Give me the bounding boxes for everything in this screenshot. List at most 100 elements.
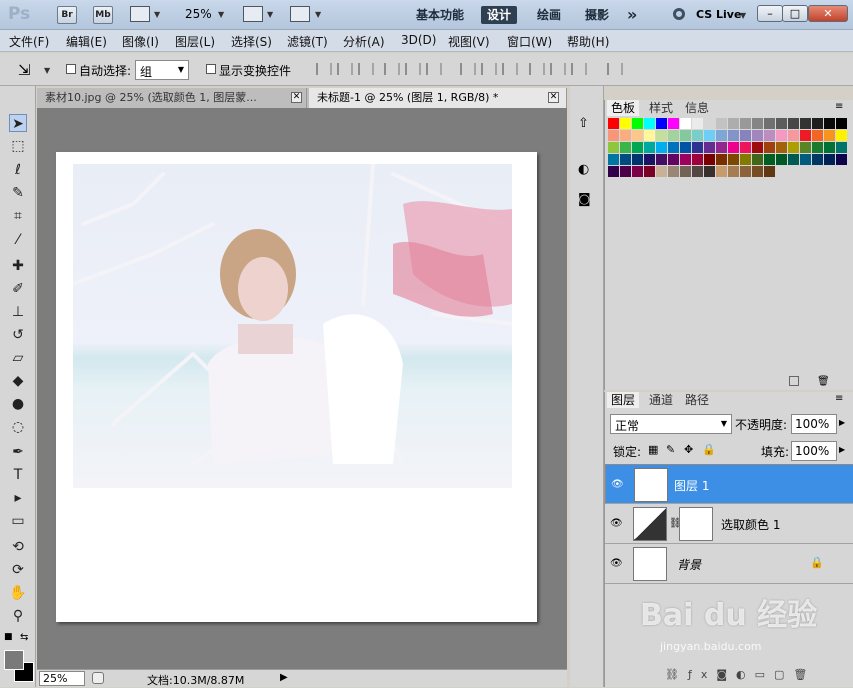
lasso-tool-icon[interactable]: ℓ	[9, 161, 27, 179]
chevron-right-icon[interactable]: ▶	[839, 418, 845, 427]
color-swatch[interactable]	[620, 130, 631, 141]
arrange-documents-icon[interactable]	[243, 6, 263, 22]
shape-tool-icon[interactable]: ▭	[9, 512, 27, 530]
color-swatch[interactable]	[704, 130, 715, 141]
restore-button[interactable]: □	[782, 5, 808, 22]
close-tab-icon[interactable]: ✕	[548, 92, 559, 103]
color-swatch[interactable]	[668, 142, 679, 153]
color-swatch[interactable]	[680, 166, 691, 177]
color-swatch[interactable]	[632, 142, 643, 153]
align-top-icon[interactable]	[316, 63, 332, 75]
mini-bridge-button[interactable]: Mb	[93, 6, 113, 24]
color-swatch[interactable]	[608, 118, 619, 129]
bridge-button[interactable]: Br	[57, 6, 77, 24]
color-swatch[interactable]	[656, 118, 667, 129]
close-tab-icon[interactable]: ✕	[291, 92, 302, 103]
color-swatch[interactable]	[836, 118, 847, 129]
color-swatch[interactable]	[800, 130, 811, 141]
path-selection-tool-icon[interactable]: ▸	[9, 489, 27, 507]
auto-select-dropdown[interactable]: 组 ▼	[135, 60, 189, 80]
color-swatch[interactable]	[776, 118, 787, 129]
healing-brush-tool-icon[interactable]: ✚	[9, 257, 27, 275]
cs-live-icon[interactable]	[673, 8, 685, 20]
color-swatch[interactable]	[668, 154, 679, 165]
color-swatch[interactable]	[716, 142, 727, 153]
eye-icon[interactable]: 👁	[610, 518, 624, 529]
menu-filter[interactable]: 滤镜(T)	[287, 33, 328, 50]
distribute-left-icon[interactable]	[529, 63, 545, 75]
workspace-basic[interactable]: 基本功能	[416, 6, 464, 24]
tab-channels[interactable]: 通道	[645, 392, 677, 408]
minimize-button[interactable]: –	[757, 5, 783, 22]
color-swatch[interactable]	[620, 118, 631, 129]
color-swatch[interactable]	[740, 118, 751, 129]
align-vcenter-icon[interactable]	[337, 63, 353, 75]
color-swatch[interactable]	[812, 118, 823, 129]
history-brush-tool-icon[interactable]: ↺	[9, 326, 27, 344]
color-swatch[interactable]	[656, 142, 667, 153]
color-swatch[interactable]	[824, 130, 835, 141]
new-swatch-icon[interactable]	[789, 376, 799, 386]
color-swatch[interactable]	[728, 130, 739, 141]
layer-actions-bar[interactable]: ⛓ƒx◙◐▭▢🗑	[665, 668, 845, 684]
color-swatch[interactable]	[620, 142, 631, 153]
color-swatch[interactable]	[728, 166, 739, 177]
menu-file[interactable]: 文件(F)	[9, 33, 49, 50]
color-swatch[interactable]	[656, 154, 667, 165]
paint-bucket-tool-icon[interactable]: ◆	[9, 372, 27, 390]
color-swatch[interactable]	[752, 118, 763, 129]
color-swatch[interactable]	[776, 154, 787, 165]
quick-select-tool-icon[interactable]: ✎	[9, 184, 27, 202]
marquee-tool-icon[interactable]: ⬚	[9, 137, 27, 155]
layer-name[interactable]: 背景	[677, 556, 701, 573]
color-swatch[interactable]	[740, 130, 751, 141]
chevron-down-icon[interactable]: ▼	[740, 11, 746, 20]
color-swatch[interactable]	[692, 142, 703, 153]
panel-menu-icon[interactable]: ≡	[835, 393, 843, 404]
layer-name[interactable]: 选取颜色 1	[721, 516, 780, 533]
color-swatch[interactable]	[728, 142, 739, 153]
layer-row[interactable]: 👁 ⛓ 选取颜色 1	[605, 504, 853, 544]
auto-align-layers-icon[interactable]	[607, 63, 623, 75]
eraser-tool-icon[interactable]: ▱	[9, 349, 27, 367]
color-swatch[interactable]	[692, 166, 703, 177]
tab-untitled[interactable]: 未标题-1 @ 25% (图层 1, RGB/8) *	[309, 88, 567, 108]
align-bottom-icon[interactable]	[358, 63, 374, 75]
menu-3d[interactable]: 3D(D)	[401, 33, 436, 47]
color-swatch[interactable]	[644, 142, 655, 153]
color-swatch[interactable]	[752, 154, 763, 165]
eye-icon[interactable]: 👁	[610, 558, 624, 569]
lock-pixels-icon[interactable]: ✎	[666, 443, 675, 456]
color-swatch[interactable]	[836, 130, 847, 141]
status-menu-arrow-icon[interactable]: ▶	[280, 672, 290, 684]
color-swatch[interactable]	[680, 154, 691, 165]
distribute-right-icon[interactable]	[571, 63, 587, 75]
color-swatch[interactable]	[620, 166, 631, 177]
color-swatch[interactable]	[644, 130, 655, 141]
lock-all-icon[interactable]: 🔒	[702, 443, 716, 456]
color-swatch[interactable]	[632, 166, 643, 177]
color-swatch[interactable]	[836, 142, 847, 153]
tab-source-image[interactable]: 素材10.jpg @ 25% (选取颜色 1, 图层蒙...	[37, 88, 307, 108]
color-swatch[interactable]	[632, 118, 643, 129]
chevron-down-icon[interactable]: ▼	[44, 66, 50, 75]
distribute-vcenter-icon[interactable]	[481, 63, 497, 75]
color-swatch[interactable]	[740, 142, 751, 153]
foreground-color-swatch[interactable]	[4, 650, 24, 670]
color-swatch[interactable]	[680, 130, 691, 141]
layer-row[interactable]: 👁 背景 🔒	[605, 544, 853, 584]
color-swatch[interactable]	[812, 142, 823, 153]
color-swatch[interactable]	[668, 166, 679, 177]
panel-menu-icon[interactable]: ≡	[835, 101, 843, 112]
distribute-top-icon[interactable]	[460, 63, 476, 75]
color-swatch[interactable]	[812, 130, 823, 141]
default-colors-icon[interactable]: ■	[4, 632, 14, 642]
color-swatch[interactable]	[716, 154, 727, 165]
lock-transparency-icon[interactable]: ▦	[648, 443, 658, 456]
color-swatch[interactable]	[692, 130, 703, 141]
layer-photo[interactable]	[73, 164, 512, 488]
color-swatch[interactable]	[644, 154, 655, 165]
close-button[interactable]: ✕	[808, 5, 848, 22]
color-swatch[interactable]	[824, 154, 835, 165]
crop-tool-icon[interactable]: ⌗	[9, 207, 27, 225]
